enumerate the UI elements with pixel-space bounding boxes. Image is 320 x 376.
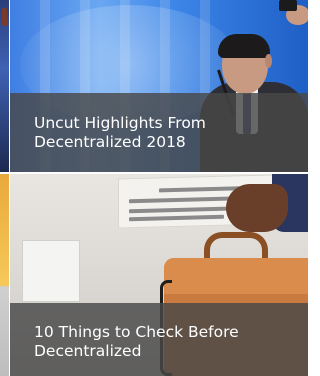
caption-overlay: Uncut Highlights From Decentralized 2018 <box>10 93 308 172</box>
article-title[interactable]: 10 Things to Check Before Decentralized <box>34 323 294 361</box>
article-card-things-to-check[interactable]: 10 Things to Check Before Decentralized <box>10 174 308 376</box>
adjacent-article-thumbnail[interactable] <box>0 0 9 172</box>
article-card-uncut-highlights[interactable]: Uncut Highlights From Decentralized 2018 <box>10 0 308 172</box>
article-grid: Uncut Highlights From Decentralized 2018… <box>0 0 308 376</box>
caption-overlay: 10 Things to Check Before Decentralized <box>10 303 308 376</box>
adjacent-article-thumbnail[interactable] <box>0 174 9 376</box>
article-title[interactable]: Uncut Highlights From Decentralized 2018 <box>34 114 294 152</box>
